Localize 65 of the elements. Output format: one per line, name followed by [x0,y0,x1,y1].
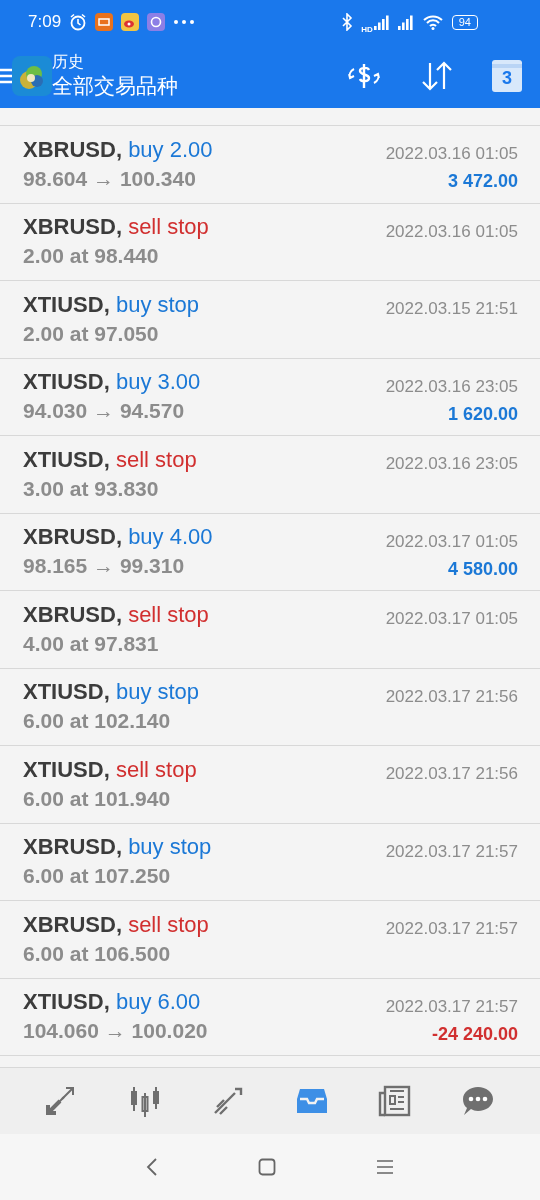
trade-prices: 6.00 at 106.500 [23,940,172,967]
network-label: HD [361,24,373,34]
trade-time: 2022.03.16 23:05 [385,375,518,398]
recents-icon[interactable] [376,1160,394,1174]
signal-icon [397,14,414,30]
trade-title: XBRUSD, buy stop [23,834,212,861]
home-icon[interactable] [258,1158,276,1176]
trade-title: XTIUSD, buy 3.00 [23,369,201,396]
trade-profit: -24 240.00 [431,1022,518,1046]
menu-icon[interactable] [0,68,12,84]
trade-profit: 3 472.00 [447,170,518,193]
trade-prices: 104.060 → 100.020 [23,1018,208,1045]
trade-prices: 3.00 at 93.830 [23,475,160,502]
trade-time: 2022.03.15 21:51 [385,298,518,320]
trade-title: XTIUSD, buy stop [23,291,200,318]
trade-time: 2022.03.16 01:05 [385,220,518,243]
trade-title: XBRUSD, sell stop [23,911,209,938]
trade-time: 2022.03.17 21:57 [385,995,518,1018]
trade-title: XTIUSD, buy 6.00 [23,989,202,1016]
back-icon[interactable] [146,1157,158,1177]
clock-time: 7:09 [28,12,62,32]
calendar-button[interactable]: 3 [492,60,522,92]
sort-icon[interactable] [420,61,454,91]
trade-prices: 2.00 at 97.050 [23,320,160,347]
app-notification-icon [95,13,114,31]
trade-prices: 6.00 at 101.940 [23,785,172,812]
trade-time: 2022.03.17 21:56 [385,685,518,708]
trade-prices: 98.165 → 99.310 [23,553,186,580]
signal-icon [373,14,390,30]
trade-time: 2022.03.17 21:57 [385,840,518,863]
app-notification-icon [147,13,166,31]
trade-title: XBRUSD, sell stop [23,214,209,241]
trade-title: XBRUSD, buy 2.00 [23,136,213,163]
trade-prices: 6.00 at 107.250 [23,863,172,890]
candlestick-icon[interactable] [128,1085,162,1117]
more-icon [173,19,196,25]
trade-title: XTIUSD, sell stop [23,446,197,473]
trade-title: XTIUSD, sell stop [23,756,197,783]
trade-prices: 2.00 at 98.440 [23,243,160,270]
trade-title: XBRUSD, buy 4.00 [23,524,213,551]
trade-prices: 94.030 → 94.570 [23,398,186,425]
wifi-icon [421,14,444,30]
trade-time: 2022.03.17 01:05 [385,608,518,630]
trade-time: 2022.03.17 21:57 [385,918,518,940]
screen-title: 历史 [52,52,85,72]
battery-indicator: 94 [451,14,478,30]
app-notification-icon [121,13,140,31]
trade-time: 2022.03.17 21:56 [385,763,518,785]
trade-prices: 4.00 at 97.831 [23,630,160,657]
trade-title: XTIUSD, buy stop [23,679,200,706]
chat-icon[interactable] [461,1085,496,1117]
trade-time: 2022.03.16 23:05 [385,453,518,475]
trade-profit: 4 580.00 [447,557,518,581]
trade-profit: 1 620.00 [447,402,518,426]
newspaper-icon[interactable] [377,1085,412,1117]
alarm-icon [69,13,88,31]
trade-title: XBRUSD, sell stop [23,601,209,628]
trade-prices: 6.00 at 102.140 [23,708,172,735]
bluetooth-icon [341,13,354,31]
trade-time: 2022.03.17 01:05 [385,530,518,553]
trade-prices: 98.604 → 100.340 [23,165,197,192]
currency-exchange-icon[interactable] [346,61,382,91]
trade-time: 2022.03.16 01:05 [385,143,518,165]
app-logo-icon [12,56,52,96]
symbol-filter[interactable]: 全部交易品种 [52,72,346,100]
